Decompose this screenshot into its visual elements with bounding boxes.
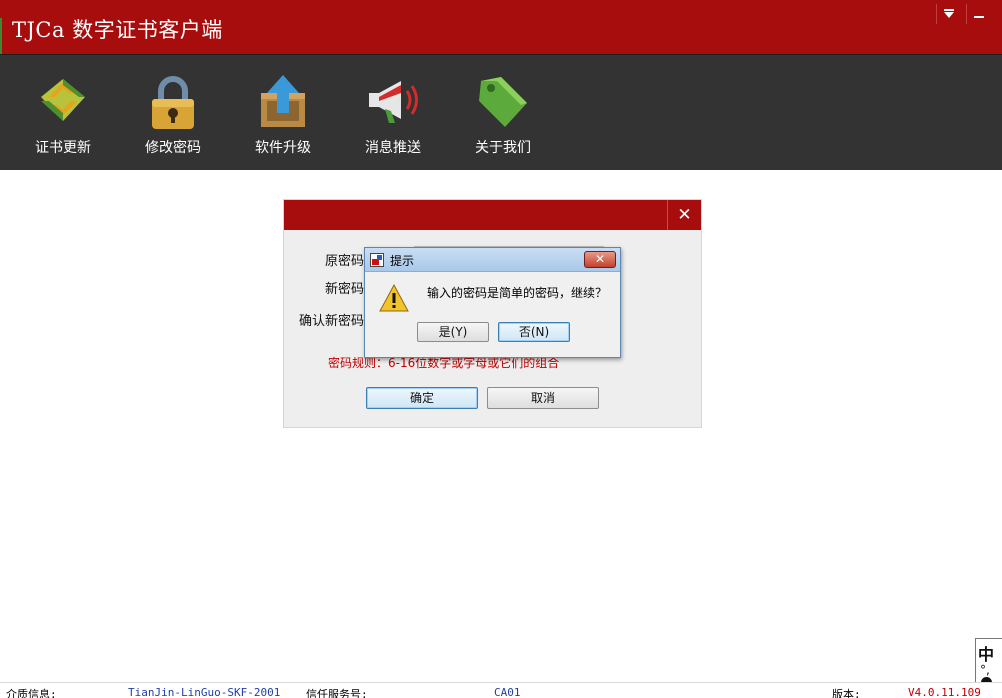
- tag-icon: [475, 71, 531, 133]
- trust-service-label: 信任服务号:: [306, 688, 368, 698]
- toolbar-message-push[interactable]: 消息推送: [348, 71, 438, 157]
- app-title: TJCa 数字证书客户端: [12, 18, 223, 42]
- dialog-header[interactable]: ✕: [284, 200, 701, 230]
- toolbar-about-us[interactable]: 关于我们: [458, 71, 548, 157]
- minimize-icon: [973, 16, 984, 18]
- ok-button[interactable]: 确定: [366, 387, 478, 409]
- toolbar-label: 修改密码: [145, 140, 201, 156]
- yes-button[interactable]: 是(Y): [417, 322, 489, 342]
- status-bar: 介质信息: TianJin-LinGuo-SKF-2001 信任服务号: CA0…: [0, 682, 1002, 698]
- minimize-button[interactable]: [966, 4, 990, 24]
- app-icon: [370, 253, 384, 267]
- chevron-down-icon: [943, 9, 954, 18]
- trust-service-value: CA01: [494, 686, 521, 698]
- medium-info-value: TianJin-LinGuo-SKF-2001: [128, 686, 281, 698]
- version-value: V4.0.11.109: [908, 686, 981, 698]
- toolbar-cert-update[interactable]: 证书更新: [18, 71, 108, 157]
- toolbar-software-upgrade[interactable]: 软件升级: [238, 71, 328, 157]
- toolbar-label: 消息推送: [365, 140, 421, 156]
- version-label: 版本:: [832, 688, 861, 698]
- menu-dropdown-button[interactable]: [936, 4, 960, 24]
- padlock-icon: [145, 71, 201, 133]
- warning-icon: [379, 283, 409, 312]
- toolbar-label: 软件升级: [255, 140, 311, 156]
- toolbar-label: 关于我们: [475, 140, 531, 156]
- app-window: TJCa 数字证书客户端 证书更新 修改密码 软件升级 消息推送 关于我们 ✕ …: [0, 0, 1002, 698]
- prompt-title: 提示: [390, 254, 415, 268]
- old-password-label: 原密码: [324, 254, 364, 269]
- ime-punctuation: °,: [980, 663, 990, 677]
- close-icon[interactable]: ✕: [584, 251, 616, 268]
- no-button[interactable]: 否(N): [498, 322, 570, 342]
- prompt-message-box: 提示 ✕ 输入的密码是简单的密码，继续？ 是(Y) 否(N): [364, 247, 621, 358]
- megaphone-icon: [365, 71, 421, 133]
- toolbar-change-password[interactable]: 修改密码: [128, 71, 218, 157]
- toolbar-label: 证书更新: [35, 140, 91, 156]
- main-toolbar: 证书更新 修改密码 软件升级 消息推送 关于我们: [0, 54, 1002, 170]
- prompt-title-bar[interactable]: 提示 ✕: [365, 248, 620, 272]
- cancel-button[interactable]: 取消: [487, 387, 599, 409]
- upload-box-icon: [255, 71, 311, 133]
- refresh-arrows-icon: [35, 71, 91, 133]
- ime-mode-chinese: 中: [978, 645, 995, 664]
- title-bar[interactable]: TJCa 数字证书客户端: [0, 0, 1002, 54]
- confirm-password-label: 确认新密码: [298, 314, 364, 329]
- close-icon[interactable]: ✕: [667, 200, 701, 230]
- new-password-label: 新密码: [324, 282, 364, 297]
- prompt-message: 输入的密码是简单的密码，继续？: [427, 286, 608, 300]
- medium-info-label: 介质信息:: [6, 688, 57, 698]
